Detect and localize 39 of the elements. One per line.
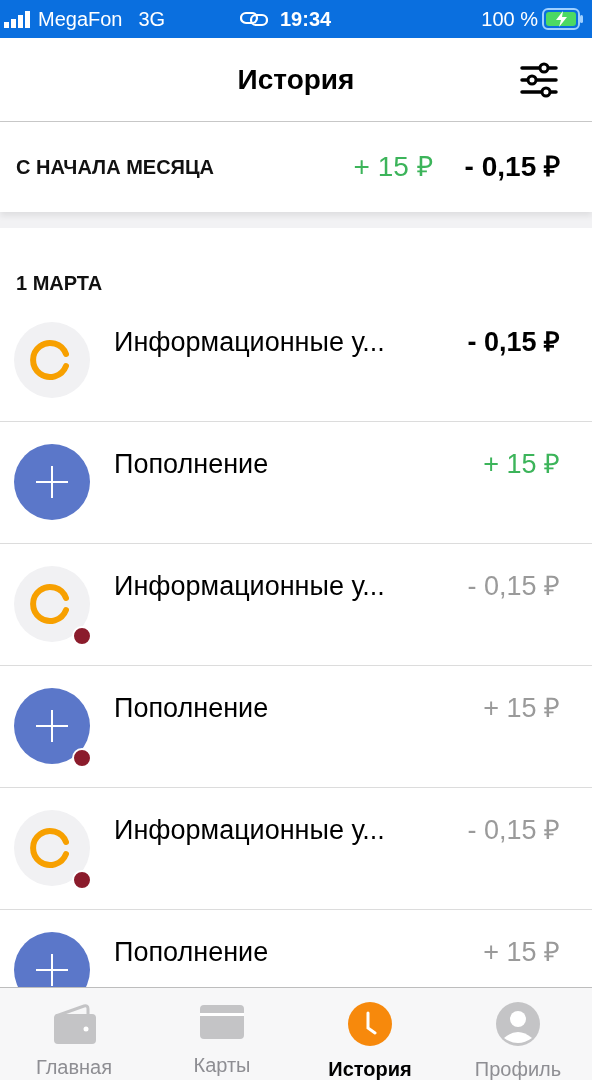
clock-icon: [348, 1002, 392, 1046]
transaction-row[interactable]: Пополнение + 15 ₽: [0, 666, 592, 788]
transaction-title: Информационные у...: [114, 326, 385, 359]
period-label: С НАЧАЛА МЕСЯЦА: [16, 155, 214, 180]
transaction-row[interactable]: Информационные у... - 0,15 ₽: [0, 300, 592, 422]
expense-total: - 0,15 ₽: [464, 150, 560, 184]
ring-logo-icon: [14, 566, 90, 642]
transaction-amount: - 0,15 ₽: [467, 570, 560, 603]
transaction-row[interactable]: Пополнение + 15 ₽: [0, 422, 592, 544]
transaction-title: Пополнение: [114, 448, 269, 481]
battery-charging-icon: [542, 8, 584, 30]
transaction-title: Пополнение: [114, 692, 269, 725]
transaction-amount: + 15 ₽: [483, 936, 560, 969]
plus-icon: [14, 688, 90, 764]
card-icon: [200, 1005, 244, 1039]
filter-icon[interactable]: [520, 62, 558, 98]
carrier-name: MegaFon: [38, 7, 123, 32]
link-icon: [240, 11, 268, 27]
tab-bar-item[interactable]: История: [296, 988, 444, 1080]
ring-logo-icon: [14, 322, 90, 398]
clock-time: 19:34: [280, 7, 332, 32]
transaction-row[interactable]: Информационные у... - 0,15 ₽: [0, 788, 592, 910]
transaction-title: Информационные у...: [114, 570, 385, 603]
ring-logo-icon: [14, 810, 90, 886]
network-type: 3G: [138, 7, 166, 32]
transaction-amount: - 0,15 ₽: [467, 814, 560, 847]
transaction-title: Пополнение: [114, 936, 269, 969]
income-total: + 15 ₽: [353, 150, 433, 184]
wallet-icon: [52, 1002, 96, 1044]
date-heading: 1 МАРТА: [16, 271, 103, 296]
profile-icon: [496, 1002, 540, 1046]
transaction-amount: - 0,15 ₽: [467, 326, 560, 359]
transaction-title: Информационные у...: [114, 814, 385, 847]
transaction-amount: + 15 ₽: [483, 692, 560, 725]
transaction-row[interactable]: Информационные у... - 0,15 ₽: [0, 544, 592, 666]
transaction-amount: + 15 ₽: [483, 448, 560, 481]
screen-title: История: [237, 62, 355, 97]
battery-percent: 100 %: [481, 7, 538, 32]
plus-icon: [14, 444, 90, 520]
